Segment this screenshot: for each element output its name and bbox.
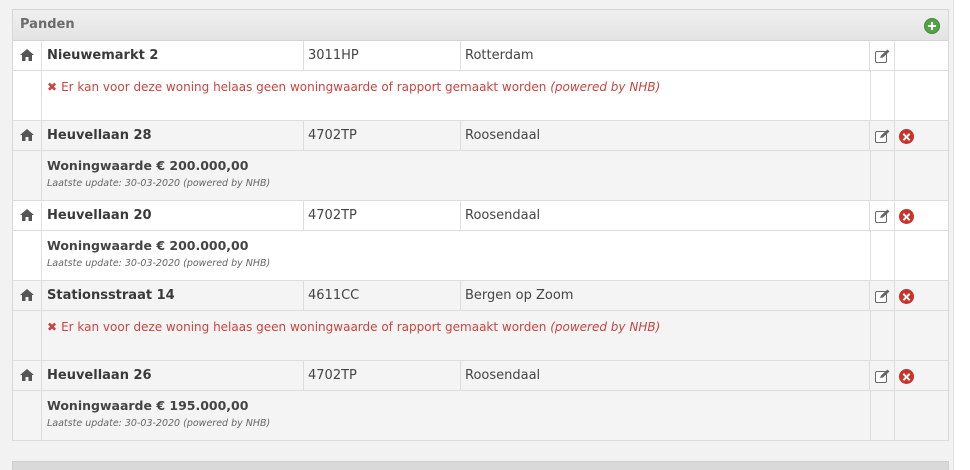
last-update: Laatste update: 30-03-2020 (powered by N… xyxy=(47,258,271,269)
delete-icon[interactable] xyxy=(899,369,914,384)
city-cell: Rotterdam xyxy=(461,41,870,71)
street-cell: Heuvellaan 28 xyxy=(42,121,304,151)
home-icon xyxy=(20,369,34,381)
error-text: Er kan voor deze woning helaas geen woni… xyxy=(61,80,547,94)
property-detail: Woningwaarde € 200.000,00 Laatste update… xyxy=(13,231,948,281)
street-cell: Heuvellaan 26 xyxy=(42,361,304,391)
delete-icon[interactable] xyxy=(899,289,914,304)
zip-cell: 4702TP xyxy=(304,201,461,231)
home-icon xyxy=(20,49,34,61)
property-detail: ✖ Er kan voor deze woning helaas geen won… xyxy=(13,311,948,361)
home-icon xyxy=(20,289,34,301)
error-message: ✖ Er kan voor deze woning helaas geen won… xyxy=(47,320,660,334)
property-row: Heuvellaan 28 4702TP Roosendaal xyxy=(13,121,948,151)
property-row: Heuvellaan 20 4702TP Roosendaal xyxy=(13,201,948,231)
last-update: Laatste update: 30-03-2020 (powered by N… xyxy=(47,178,271,189)
city-cell: Roosendaal xyxy=(461,361,870,391)
home-icon xyxy=(20,209,34,221)
edit-icon[interactable] xyxy=(875,209,890,223)
city-cell: Bergen op Zoom xyxy=(461,281,870,311)
edit-icon[interactable] xyxy=(875,49,890,63)
error-x-icon: ✖ xyxy=(47,80,58,94)
city-cell: Roosendaal xyxy=(461,121,870,151)
edit-icon[interactable] xyxy=(875,129,890,143)
property-detail: Woningwaarde € 200.000,00 Laatste update… xyxy=(13,151,948,201)
powered-by: (powered by NHB) xyxy=(550,320,661,334)
street-cell: Heuvellaan 20 xyxy=(42,201,304,231)
property-row: Heuvellaan 26 4702TP Roosendaal xyxy=(13,361,948,391)
zip-cell: 4702TP xyxy=(304,361,461,391)
error-x-icon: ✖ xyxy=(47,320,58,334)
property-row: Nieuwemarkt 2 3011HP Rotterdam xyxy=(13,41,948,71)
property-detail: ✖ Er kan voor deze woning helaas geen won… xyxy=(13,71,948,121)
panden-panel: Panden Nieuwemarkt 2 3011HP Rotterdam ✖ E… xyxy=(12,9,949,441)
zip-cell: 3011HP xyxy=(304,41,461,71)
zip-cell: 4611CC xyxy=(304,281,461,311)
woningwaarde: Woningwaarde € 200.000,00 xyxy=(47,158,249,173)
page-right-edge xyxy=(953,0,970,470)
city-cell: Roosendaal xyxy=(461,201,870,231)
error-message: ✖ Er kan voor deze woning helaas geen won… xyxy=(47,80,660,94)
delete-icon[interactable] xyxy=(899,209,914,224)
error-text: Er kan voor deze woning helaas geen woni… xyxy=(61,320,547,334)
street-cell: Stationsstraat 14 xyxy=(42,281,304,311)
property-row: Stationsstraat 14 4611CC Bergen op Zoom xyxy=(13,281,948,311)
home-icon xyxy=(20,129,34,141)
street-cell: Nieuwemarkt 2 xyxy=(42,41,304,71)
next-panel-header xyxy=(12,461,949,470)
woningwaarde: Woningwaarde € 200.000,00 xyxy=(47,238,249,253)
edit-icon[interactable] xyxy=(875,369,890,383)
panel-header: Panden xyxy=(13,10,948,41)
woningwaarde: Woningwaarde € 195.000,00 xyxy=(47,398,249,413)
edit-icon[interactable] xyxy=(875,289,890,303)
powered-by: (powered by NHB) xyxy=(550,80,661,94)
panel-title: Panden xyxy=(20,17,75,32)
zip-cell: 4702TP xyxy=(304,121,461,151)
last-update: Laatste update: 30-03-2020 (powered by N… xyxy=(47,418,271,429)
delete-icon[interactable] xyxy=(899,129,914,144)
property-detail: Woningwaarde € 195.000,00 Laatste update… xyxy=(13,391,948,441)
add-icon[interactable] xyxy=(924,18,940,34)
